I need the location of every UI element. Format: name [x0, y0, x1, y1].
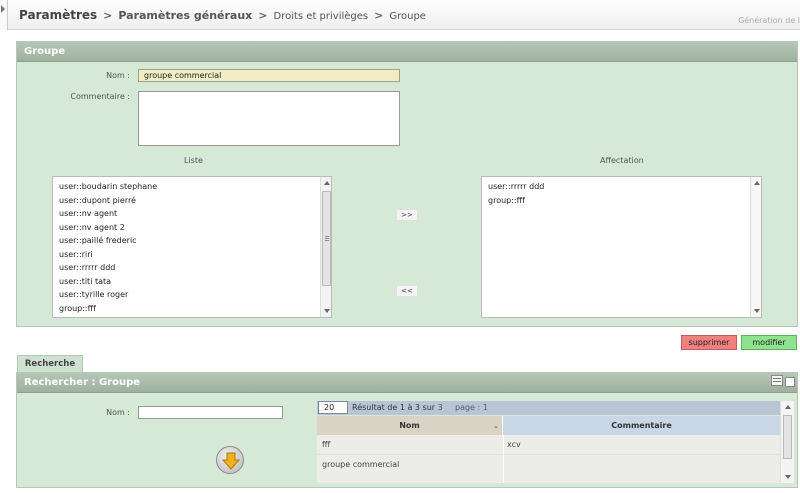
- list-title: Liste: [184, 156, 203, 165]
- breadcrumb-separator: >: [258, 9, 268, 22]
- scroll-thumb[interactable]: [783, 415, 792, 459]
- generation-link[interactable]: Génération de l: [738, 16, 800, 25]
- breadcrumb-separator: >: [374, 9, 384, 22]
- result-total: 3: [437, 403, 443, 412]
- name-label: Nom :: [106, 71, 130, 80]
- scroll-thumb[interactable]: [322, 191, 331, 286]
- breadcrumb-groupe: Groupe: [389, 11, 426, 22]
- comment-field[interactable]: [138, 91, 400, 146]
- scroll-up-arrow-icon[interactable]: [754, 181, 760, 185]
- column-header-label: Nom: [399, 421, 420, 430]
- list-item[interactable]: group::fff: [59, 302, 157, 316]
- result-prefix: Résultat de 1 à 3 sur: [352, 403, 436, 412]
- column-header-commentaire[interactable]: Commentaire: [503, 416, 780, 435]
- list-item[interactable]: user::paillé frederic: [59, 234, 157, 248]
- list-item[interactable]: user::boudarin stephane: [59, 180, 157, 194]
- tab-recherche[interactable]: Recherche: [17, 355, 83, 372]
- cell-nom: groupe commercial: [322, 460, 400, 469]
- table-row[interactable]: groupe commercial: [317, 455, 780, 475]
- comment-label: Commentaire :: [70, 92, 130, 101]
- page-indicator: page : 1: [455, 403, 488, 412]
- search-go-button[interactable]: [216, 446, 244, 474]
- down-arrow-icon: [221, 452, 241, 470]
- table-row[interactable]: fff xcv: [317, 435, 780, 455]
- grid-toolbar: 20 Résultat de 1 à 3 sur 3 page : 1: [317, 401, 780, 415]
- scroll-up-arrow-icon[interactable]: [785, 405, 791, 409]
- column-header-nom[interactable]: Nom ⌄: [317, 416, 503, 435]
- remove-from-assignment-button[interactable]: <<: [396, 285, 418, 297]
- breadcrumb-droits-privileges[interactable]: Droits et privilèges: [274, 11, 369, 22]
- breadcrumb-parametres[interactable]: Paramètres: [19, 8, 97, 22]
- scroll-up-arrow-icon[interactable]: [324, 181, 330, 185]
- checkbox-icon[interactable]: [785, 377, 795, 387]
- scroll-down-arrow-icon[interactable]: [754, 309, 760, 313]
- assigned-list[interactable]: user::rrrrr ddd group::fff: [481, 176, 762, 318]
- list-scrollbar[interactable]: [320, 177, 331, 317]
- column-divider: [503, 435, 504, 483]
- cell-commentaire: xcv: [507, 440, 521, 449]
- list-item[interactable]: user::tyrille roger: [59, 288, 157, 302]
- list-item[interactable]: user::titi tata: [59, 275, 157, 289]
- add-to-assignment-button[interactable]: >>: [396, 209, 418, 221]
- cell-nom: fff: [322, 440, 331, 449]
- assigned-scrollbar[interactable]: [750, 177, 761, 317]
- list-item[interactable]: user::riri: [59, 248, 157, 262]
- results-grid: fff xcv groupe commercial: [317, 435, 780, 483]
- table-row[interactable]: [317, 475, 780, 483]
- per-page-input[interactable]: 20: [318, 401, 348, 414]
- delete-button[interactable]: supprimer: [681, 335, 737, 350]
- search-name-label: Nom :: [106, 408, 130, 417]
- scroll-down-arrow-icon[interactable]: [324, 309, 330, 313]
- top-bar: Paramètres > Paramètres généraux > Droits et…: [0, 0, 800, 30]
- sidebar-toggle[interactable]: [0, 0, 8, 30]
- search-panel-title: Rechercher : Groupe: [17, 373, 797, 393]
- search-name-field[interactable]: [138, 406, 283, 419]
- sort-chevron-icon[interactable]: ⌄: [493, 417, 499, 436]
- group-name-field[interactable]: groupe commercial: [138, 69, 400, 82]
- result-count: Résultat de 1 à 3 sur 3: [352, 403, 443, 412]
- list-item[interactable]: user::nv agent: [59, 207, 157, 221]
- assign-title: Affectation: [600, 156, 644, 165]
- grid-scrollbar[interactable]: [780, 401, 794, 483]
- available-list[interactable]: user::boudarin stephane user::dupont pie…: [52, 176, 332, 318]
- breadcrumb: Paramètres > Paramètres généraux > Droits et…: [19, 8, 426, 22]
- assigned-item[interactable]: group::fff: [488, 194, 544, 208]
- list-item[interactable]: user::dupont pierré: [59, 194, 157, 208]
- expand-arrow-icon: [1, 5, 5, 13]
- breadcrumb-parametres-generaux[interactable]: Paramètres généraux: [118, 9, 252, 22]
- assigned-item[interactable]: user::rrrrr ddd: [488, 180, 544, 194]
- scroll-down-arrow-icon[interactable]: [785, 475, 791, 479]
- group-panel-title: Groupe: [17, 42, 797, 62]
- modify-button[interactable]: modifier: [741, 335, 797, 350]
- breadcrumb-separator: >: [103, 9, 113, 22]
- export-icon[interactable]: [771, 375, 783, 386]
- list-item[interactable]: user::nv agent 2: [59, 221, 157, 235]
- list-item[interactable]: user::rrrrr ddd: [59, 261, 157, 275]
